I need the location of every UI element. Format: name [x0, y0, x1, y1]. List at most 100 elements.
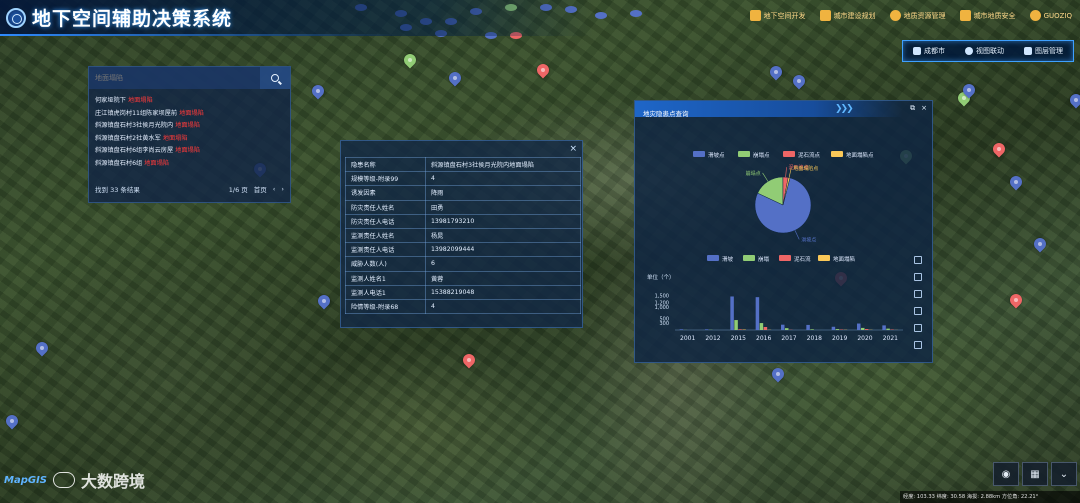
view-linkage-button[interactable]: 视图联动	[965, 46, 1004, 56]
map-marker-icon[interactable]	[963, 84, 975, 100]
map-marker-icon[interactable]	[1070, 94, 1080, 110]
field-value: 降雨	[425, 185, 581, 201]
nav-label: 地下空间开发	[763, 11, 806, 20]
list-item[interactable]: 斜源镇盘石村6组李尚云房屋 地面塌陷	[95, 145, 284, 158]
result-text: 斜源镇盘石村2社黄水军	[95, 134, 161, 142]
layer-manager-button[interactable]: 图层管理	[1024, 46, 1063, 56]
map-marker-icon[interactable]	[404, 54, 416, 70]
table-row: 诱发因素 降雨	[345, 185, 581, 201]
close-icon[interactable]: ×	[921, 104, 927, 113]
map-marker-icon[interactable]	[1010, 176, 1022, 192]
x-tick-label: 2016	[756, 335, 771, 342]
field-name: 监测责任人姓名	[345, 227, 426, 244]
result-tag: 地面塌陷	[175, 147, 200, 154]
x-tick-label: 2018	[807, 335, 822, 342]
nav-city-planning[interactable]: 城市建设规划	[819, 10, 876, 21]
close-icon[interactable]: ×	[569, 144, 577, 154]
field-name: 监测人姓名1	[345, 270, 426, 286]
bar-chart-icon[interactable]	[914, 290, 922, 298]
x-tick-label: 2012	[705, 335, 720, 342]
pie-label-line	[785, 167, 787, 178]
map-marker-icon[interactable]	[1034, 238, 1046, 254]
nav-user[interactable]: GUOZIQ	[1029, 10, 1072, 21]
result-text: 斜源镇盘石村6组	[95, 159, 143, 167]
bar	[831, 326, 836, 330]
app-header: 地下空间辅助决策系统 地下空间开发 城市建设规划 地质资源管理 城市地质安全 G…	[0, 0, 1080, 36]
result-text: 斜源镇盘石村6组李尚云房屋	[95, 147, 174, 154]
map-marker-icon[interactable]	[1010, 294, 1022, 310]
stats-header: 地灾隐患点查询 ❯❯❯ ⧉ ×	[635, 101, 932, 118]
map-marker-icon[interactable]	[6, 415, 18, 431]
layers-icon[interactable]: ▦	[1022, 462, 1048, 486]
pie-legend-swatch	[831, 151, 843, 157]
bar	[705, 329, 709, 330]
result-tag: 地面塌陷	[175, 122, 200, 129]
result-text: 庄江镇虎岗村11组陈家坝屋前	[95, 109, 178, 117]
nav-label: 城市地质安全	[973, 11, 1016, 20]
search-icon	[271, 74, 279, 82]
linkage-label: 视图联动	[976, 47, 1004, 55]
bar-legend-label: 崩塌	[758, 255, 770, 263]
field-value: 15388219048	[425, 284, 581, 300]
chevron-down-icon[interactable]: ⌄	[1051, 462, 1077, 486]
hazard-stats-panel: 地灾隐患点查询 ❯❯❯ ⧉ × 滑坡点 崩塌点 泥石流点 地面塌陷点 滑坡点 崩塌点 泥石流…	[634, 100, 933, 363]
map-marker-icon[interactable]	[770, 66, 782, 82]
field-value: 田勇	[425, 199, 581, 215]
nav-underground-dev[interactable]: 地下空间开发	[749, 10, 806, 21]
stack-icon[interactable]	[914, 307, 922, 315]
watermark-text: 大数跨境	[81, 472, 146, 491]
table-row: 监测责任人姓名 杨晁	[345, 227, 581, 244]
next-page-button[interactable]: ›	[281, 185, 284, 193]
search-input[interactable]	[89, 67, 260, 89]
list-item[interactable]: 斜源镇盘石村6组 地面塌陷	[95, 158, 284, 171]
camera-icon[interactable]: ◉	[993, 462, 1019, 486]
prev-page-button[interactable]: ‹	[273, 185, 276, 193]
map-marker-icon[interactable]	[36, 342, 48, 358]
map-marker-icon[interactable]	[772, 368, 784, 384]
bar	[759, 323, 764, 330]
nav-geo-resources[interactable]: 地质资源管理	[889, 10, 946, 21]
bar	[882, 325, 886, 330]
map-marker-icon[interactable]	[463, 354, 475, 370]
bar	[861, 327, 865, 330]
map-marker-icon[interactable]	[793, 75, 805, 91]
pie-legend-label: 滑坡点	[708, 151, 725, 159]
pie-label-line	[794, 230, 800, 240]
bar-chart: 滑坡 崩塌 泥石流 地面塌陷单位（个）3005001,0001,2001,500200…	[647, 255, 903, 342]
line-chart-icon[interactable]	[914, 273, 922, 281]
stats-controls: ⧉ ×	[910, 104, 927, 113]
data-view-icon[interactable]	[914, 256, 922, 264]
nav-geo-safety[interactable]: 城市地质安全	[959, 10, 1016, 21]
bar	[810, 329, 814, 330]
watermark-icon	[53, 472, 75, 488]
list-item[interactable]: 斜源镇盘石村3社侯月光院内 地面塌陷	[95, 120, 284, 133]
search-button[interactable]	[260, 67, 290, 89]
download-icon[interactable]	[914, 341, 922, 349]
first-page-button[interactable]: 首页	[254, 184, 267, 194]
y-tick-label: 1,200	[655, 300, 669, 306]
list-item[interactable]: 何家垭院下 地面塌陷	[95, 95, 284, 108]
stats-title: 地灾隐患点查询	[643, 110, 689, 118]
list-item[interactable]: 斜源镇盘石村2社黄水军 地面塌陷	[95, 133, 284, 146]
field-name: 诱发因素	[345, 185, 426, 201]
field-name: 隐患名称	[345, 156, 426, 173]
search-row	[89, 67, 290, 89]
search-panel: 何家垭院下地面塌陷 庄江镇虎岗村11组陈家坝屋前地面塌陷 斜源镇盘石村3社侯月光…	[88, 66, 291, 203]
coordinate-status-bar: 经度: 103.33 纬度: 30.58 海拔: 2.88km 方位角: 22.…	[900, 491, 1080, 503]
x-tick-label: 2021	[883, 335, 898, 342]
result-count: 找到 33 条结果	[95, 186, 140, 194]
map-marker-icon[interactable]	[449, 72, 461, 88]
map-marker-icon[interactable]	[318, 295, 330, 311]
y-tick-label: 500	[659, 316, 669, 322]
map-marker-icon[interactable]	[537, 64, 549, 80]
refresh-icon[interactable]	[914, 324, 922, 332]
result-tag: 地面塌陷	[162, 134, 188, 142]
pie-legend-label: 泥石流点	[798, 151, 821, 159]
map-marker-icon[interactable]	[312, 85, 324, 101]
x-tick-label: 2017	[781, 335, 796, 342]
city-select-button[interactable]: 成都市	[913, 46, 945, 56]
map-marker-icon[interactable]	[993, 143, 1005, 159]
field-value: 13982099444	[425, 242, 581, 258]
popout-icon[interactable]: ⧉	[910, 104, 915, 113]
list-item[interactable]: 庄江镇虎岗村11组陈家坝屋前 地面塌陷	[95, 108, 284, 121]
